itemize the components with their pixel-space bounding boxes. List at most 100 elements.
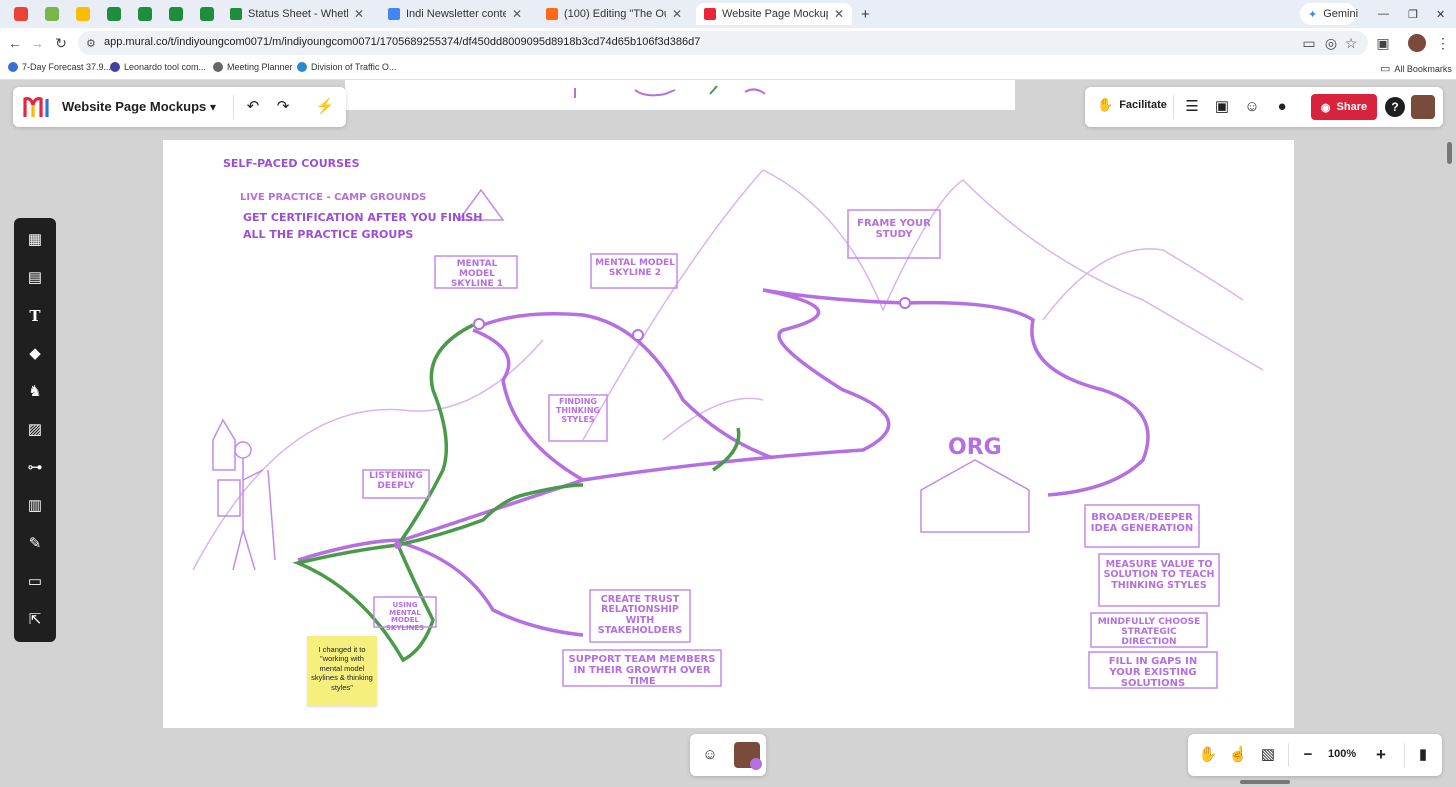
- sheets-icon[interactable]: [200, 7, 214, 21]
- sheets-icon[interactable]: [107, 7, 121, 21]
- hand-tool-icon[interactable]: ✋: [1197, 744, 1219, 766]
- panel-toggle-icon[interactable]: ▮: [1412, 744, 1434, 766]
- forward-icon[interactable]: →: [28, 34, 46, 52]
- image-icon[interactable]: ▨: [25, 420, 45, 440]
- status-badge: [750, 758, 762, 770]
- window-close-button[interactable]: ✕: [1428, 3, 1448, 25]
- label-live-practice: Live practice - camp grounds: [240, 192, 427, 203]
- shapes-icon[interactable]: ◆: [25, 344, 45, 364]
- lightning-icon[interactable]: ⚡: [314, 96, 336, 118]
- mural-title[interactable]: Website Page Mockups: [62, 99, 206, 114]
- eye-off-icon[interactable]: ◎: [1322, 34, 1340, 52]
- sheets-icon[interactable]: [169, 7, 183, 21]
- apps-icon[interactable]: [14, 7, 28, 21]
- sidebar-icon[interactable]: ▣: [1374, 34, 1392, 52]
- divider: [1173, 95, 1174, 119]
- llama-icon[interactable]: ♞: [25, 382, 45, 402]
- gemini-button[interactable]: ✦ Gemini: [1300, 3, 1358, 25]
- folder-icon: ▭: [1380, 63, 1391, 75]
- text-icon[interactable]: T: [25, 306, 45, 326]
- substack-icon: [546, 8, 558, 20]
- browser-toolbar: ← → ↻ ⚙ app.mural.co/t/indiyoungcom0071/…: [0, 28, 1456, 58]
- tab-newsletter[interactable]: Indi Newsletter content - Goog ✕: [380, 3, 530, 25]
- help-button[interactable]: ?: [1385, 97, 1405, 117]
- upload-icon[interactable]: ⇱: [25, 610, 45, 630]
- zoom-out-button[interactable]: −: [1297, 744, 1319, 766]
- board-fragment-top: [345, 80, 1015, 110]
- mural-canvas-area[interactable]: Self-paced courses Live practice - camp …: [0, 80, 1456, 787]
- label-skyline-2: Mental model skyline 2: [595, 258, 675, 278]
- label-trust: Create trust relationship with stakehold…: [597, 594, 683, 637]
- gemini-icon: ✦: [1308, 8, 1318, 21]
- outline-icon[interactable]: ☰: [1181, 96, 1203, 118]
- archive-icon[interactable]: ▭: [25, 572, 45, 592]
- emoji-icon[interactable]: ☺: [699, 744, 721, 766]
- share-person-icon: ◉: [1320, 101, 1331, 114]
- close-icon[interactable]: ✕: [354, 7, 364, 21]
- label-certification-1: Get certification after you finish: [243, 211, 483, 224]
- minimize-button[interactable]: —: [1370, 3, 1390, 25]
- reload-icon[interactable]: ↻: [52, 34, 70, 52]
- select-tool-icon[interactable]: ☝: [1227, 744, 1249, 766]
- bookmark-traffic[interactable]: Division of Traffic O...: [297, 62, 396, 72]
- drive-icon[interactable]: [76, 7, 90, 21]
- zoom-level[interactable]: 100%: [1328, 748, 1356, 760]
- maximize-button[interactable]: ❐: [1400, 3, 1420, 25]
- tab-mural[interactable]: Website Page Mockups • indiyo ✕: [696, 3, 852, 25]
- tab-substack[interactable]: (100) Editing "The Outcomes of ✕: [538, 3, 690, 25]
- tab-status-sheet[interactable]: Status Sheet - Whether to Go C ✕: [222, 3, 372, 25]
- pen-icon[interactable]: ✎: [25, 534, 45, 554]
- sticky-note-icon[interactable]: ▤: [25, 268, 45, 288]
- divider: [233, 95, 234, 119]
- mural-logo-icon[interactable]: [23, 95, 51, 119]
- profile-avatar[interactable]: [1408, 34, 1426, 52]
- comment-icon[interactable]: ☺: [1241, 96, 1263, 118]
- address-bar[interactable]: ⚙ app.mural.co/t/indiyoungcom0071/m/indi…: [78, 31, 1368, 55]
- label-broader: Broader/deeper idea generation: [1090, 512, 1194, 534]
- chevron-down-icon[interactable]: ▾: [202, 96, 224, 118]
- divider: [1288, 743, 1289, 767]
- mural-title-bar: Website Page Mockups ▾ ↶ ↷ ⚡: [13, 87, 346, 127]
- close-icon[interactable]: ✕: [672, 7, 682, 21]
- close-icon[interactable]: ✕: [834, 7, 844, 21]
- bookmarks-bar: 7-Day Forecast 37.9... Leonardo tool com…: [0, 58, 1456, 80]
- diagram-icon[interactable]: ⊶: [25, 458, 45, 478]
- site-info-icon[interactable]: ⚙: [86, 37, 96, 50]
- facilitate-icon: ✋: [1097, 97, 1114, 112]
- label-org: ORG: [948, 435, 1002, 460]
- collaborators-icon[interactable]: ●: [1271, 96, 1293, 118]
- redo-icon[interactable]: ↷: [272, 96, 294, 118]
- templates-icon[interactable]: ▦: [25, 230, 45, 250]
- sheets-icon[interactable]: [138, 7, 152, 21]
- label-skyline-1: Mental model skyline 1: [450, 259, 504, 289]
- bookmark-leonardo[interactable]: Leonardo tool com...: [110, 62, 206, 72]
- reactions-bar: ☺: [690, 734, 766, 776]
- facilitate-button[interactable]: ✋ Facilitate: [1097, 97, 1167, 113]
- pinned-tab-icon[interactable]: [45, 7, 59, 21]
- table-icon[interactable]: ▥: [25, 496, 45, 516]
- docs-icon: [388, 8, 400, 20]
- menu-icon[interactable]: ⋮: [1434, 34, 1452, 52]
- present-icon[interactable]: ▣: [1211, 96, 1233, 118]
- all-bookmarks[interactable]: ▭ All Bookmarks: [1380, 62, 1452, 75]
- horizontal-scrollbar[interactable]: [1240, 780, 1290, 784]
- board-sketch-fragment: [574, 85, 766, 98]
- label-mindfully: Mindfully choose strategic direction: [1097, 617, 1201, 647]
- zoom-controls: ✋ ☝ ▧ − 100% + ▮: [1188, 734, 1442, 776]
- close-icon[interactable]: ✕: [512, 7, 522, 21]
- sticky-note[interactable]: I changed it to "working with mental mod…: [307, 636, 377, 706]
- vertical-scrollbar[interactable]: [1447, 142, 1452, 164]
- label-fill-gaps: Fill in gaps in your existing solutions: [1108, 656, 1198, 689]
- share-button[interactable]: ◉ Share: [1311, 94, 1377, 120]
- back-icon[interactable]: ←: [6, 34, 24, 52]
- label-self-paced: Self-paced courses: [223, 157, 360, 170]
- star-icon[interactable]: ☆: [1342, 34, 1360, 52]
- user-avatar[interactable]: [1411, 95, 1435, 119]
- bookmark-meeting-planner[interactable]: Meeting Planner: [213, 62, 293, 72]
- new-tab-button[interactable]: +: [853, 3, 875, 25]
- cast-icon[interactable]: ▭: [1300, 34, 1318, 52]
- map-icon[interactable]: ▧: [1257, 744, 1279, 766]
- undo-icon[interactable]: ↶: [242, 96, 264, 118]
- bookmark-forecast[interactable]: 7-Day Forecast 37.9...: [8, 62, 111, 72]
- zoom-in-button[interactable]: +: [1370, 744, 1392, 766]
